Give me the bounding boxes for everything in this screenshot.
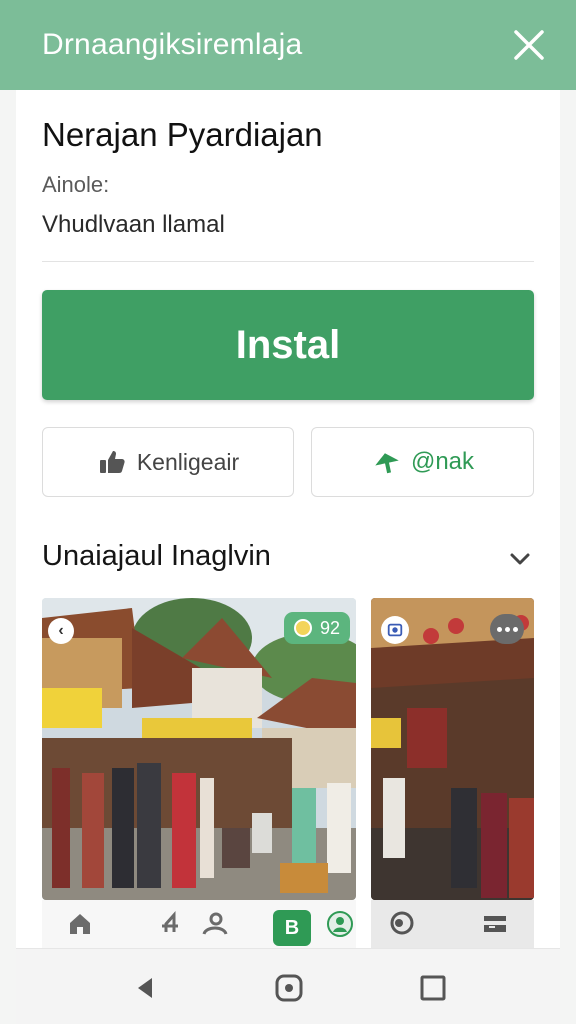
share-arrow-icon (375, 453, 399, 474)
avatar-icon[interactable] (326, 910, 354, 938)
app-badge-icon (381, 616, 409, 644)
header-title: Drnaangiksiremlaja (42, 28, 303, 61)
people-icon[interactable] (160, 910, 188, 938)
profile-icon[interactable] (200, 910, 228, 938)
app-title: Nerajan Pyardiajan (42, 116, 323, 153)
back-icon[interactable] (130, 973, 160, 1003)
recents-icon[interactable] (418, 973, 448, 1003)
back-arrow-icon[interactable]: ‹ (48, 618, 74, 644)
section-title: Unaiajaul Inaglvin (42, 540, 271, 572)
like-button[interactable]: Kenligeair (42, 427, 294, 497)
like-label: Kenligeair (136, 448, 240, 475)
install-label: Instal (235, 322, 341, 367)
chevron-down-icon[interactable] (506, 545, 534, 573)
divider (42, 261, 534, 262)
install-button[interactable]: Instal (42, 290, 534, 400)
screenshot-1[interactable]: ‹ 92 (42, 598, 356, 900)
more-icon[interactable] (490, 614, 524, 644)
frame-edge-right (560, 90, 576, 1024)
reaction-icon (293, 619, 312, 637)
chat-icon[interactable] (388, 910, 416, 938)
system-nav-bar (16, 948, 560, 1024)
frame-edge-left (0, 90, 16, 1024)
menu-icon[interactable] (481, 910, 509, 938)
reaction-badge: 92 (283, 612, 350, 644)
close-icon[interactable] (510, 26, 548, 64)
reaction-count: 92 (319, 617, 340, 638)
app-header: Drnaangiksiremlaja (0, 0, 576, 90)
share-button[interactable]: @nak (311, 427, 534, 497)
home-icon[interactable] (66, 910, 94, 938)
share-label: @nak (410, 448, 475, 475)
home-circle-icon[interactable] (274, 973, 304, 1003)
card-nav-bar: B (42, 900, 356, 948)
meta-value: Vhudlvaan llamal (42, 211, 225, 238)
meta-label: Ainole: (42, 172, 110, 197)
active-app-label: B (284, 916, 300, 939)
screenshot-2[interactable] (371, 598, 534, 900)
active-app-icon[interactable]: B (273, 910, 311, 946)
thumbs-up-icon (99, 451, 125, 473)
card-nav-bar-2 (371, 900, 534, 948)
